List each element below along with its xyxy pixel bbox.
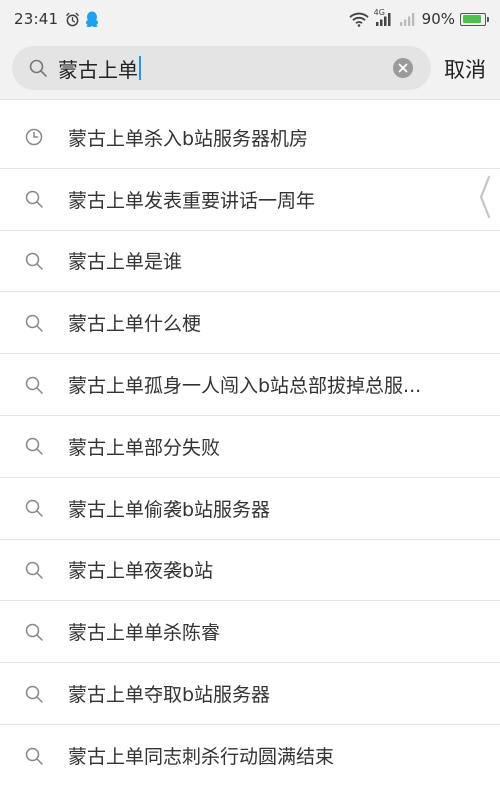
cancel-button[interactable]: 取消 — [444, 54, 486, 84]
search-box[interactable]: 蒙古上单 — [12, 46, 431, 90]
battery-icon — [460, 12, 489, 26]
suggestion-label: 蒙古上单同志刺杀行动圆满结束 — [68, 746, 335, 769]
status-right-icons: 4G 90% — [349, 8, 489, 28]
suggestion-item[interactable]: 蒙古上单部分失败 — [0, 416, 500, 478]
suggestion-label: 蒙古上单夜袭b站 — [68, 560, 214, 583]
suggestion-label: 蒙古上单夺取b站服务器 — [68, 684, 271, 707]
suggestion-label: 蒙古上单偷袭b站服务器 — [68, 498, 271, 521]
suggestion-item[interactable]: 蒙古上单夜袭b站 — [0, 540, 500, 602]
suggestion-label: 蒙古上单单杀陈睿 — [68, 622, 221, 645]
suggestion-label: 蒙古上单杀入b站服务器机房 — [68, 127, 309, 150]
search-icon — [25, 499, 43, 517]
suggestion-label: 蒙古上单部分失败 — [68, 436, 221, 459]
search-icon — [25, 252, 43, 270]
suggestion-label: 蒙古上单是谁 — [68, 251, 183, 274]
side-drawer-handle-icon[interactable] — [478, 175, 492, 219]
search-icon — [25, 438, 43, 456]
status-bar: 23:41 4G 90% — [0, 0, 500, 38]
suggestion-item[interactable]: 蒙古上单什么梗 — [0, 292, 500, 355]
wifi-icon — [349, 12, 369, 27]
qq-penguin-icon — [86, 11, 99, 27]
search-icon — [29, 59, 47, 77]
suggestion-item[interactable]: 蒙古上单偷袭b站服务器 — [0, 478, 500, 540]
text-caret — [139, 56, 141, 80]
search-icon — [25, 623, 43, 641]
search-header: 蒙古上单 取消 — [0, 38, 500, 100]
suggestion-item[interactable]: 蒙古上单夺取b站服务器 — [0, 663, 500, 725]
battery-percent: 90% — [421, 10, 455, 28]
search-icon — [25, 747, 43, 765]
suggestion-label: 蒙古上单什么梗 — [68, 313, 202, 336]
search-input[interactable]: 蒙古上单 — [58, 54, 141, 83]
close-icon — [398, 63, 408, 73]
clear-search-button[interactable] — [393, 58, 413, 78]
suggestion-item[interactable]: 蒙古上单发表重要讲话一周年 — [0, 169, 500, 231]
alarm-clock-icon — [66, 12, 80, 26]
suggestion-item[interactable]: 蒙古上单单杀陈睿 — [0, 601, 500, 664]
search-icon — [25, 561, 43, 579]
signal-sim2-icon — [399, 13, 414, 26]
search-icon — [25, 376, 43, 394]
history-clock-icon — [25, 129, 43, 146]
suggestion-label: 蒙古上单孤身一人闯入b站总部拔掉总服... — [68, 375, 422, 398]
status-time: 23:41 — [14, 10, 59, 28]
search-query-text: 蒙古上单 — [58, 57, 138, 82]
search-icon — [25, 190, 43, 208]
suggestion-item[interactable]: 蒙古上单孤身一人闯入b站总部拔掉总服... — [0, 354, 500, 416]
battery-level-fill — [462, 15, 482, 23]
search-icon — [25, 314, 43, 332]
suggestion-label: 蒙古上单发表重要讲话一周年 — [68, 189, 316, 212]
search-icon — [25, 685, 43, 703]
signal-4g-icon: 4G — [374, 8, 394, 26]
suggestion-item[interactable]: 蒙古上单杀入b站服务器机房 — [0, 107, 500, 169]
suggestion-item[interactable]: 蒙古上单是谁 — [0, 231, 500, 293]
suggestion-item[interactable]: 蒙古上单同志刺杀行动圆满结束 — [0, 725, 500, 787]
suggestion-list: 蒙古上单杀入b站服务器机房 蒙古上单发表重要讲话一周年 蒙古上单是谁 蒙古上单什么梗蒙… — [0, 107, 500, 787]
network-type-label: 4G — [373, 8, 385, 17]
status-left-icons — [65, 11, 99, 27]
